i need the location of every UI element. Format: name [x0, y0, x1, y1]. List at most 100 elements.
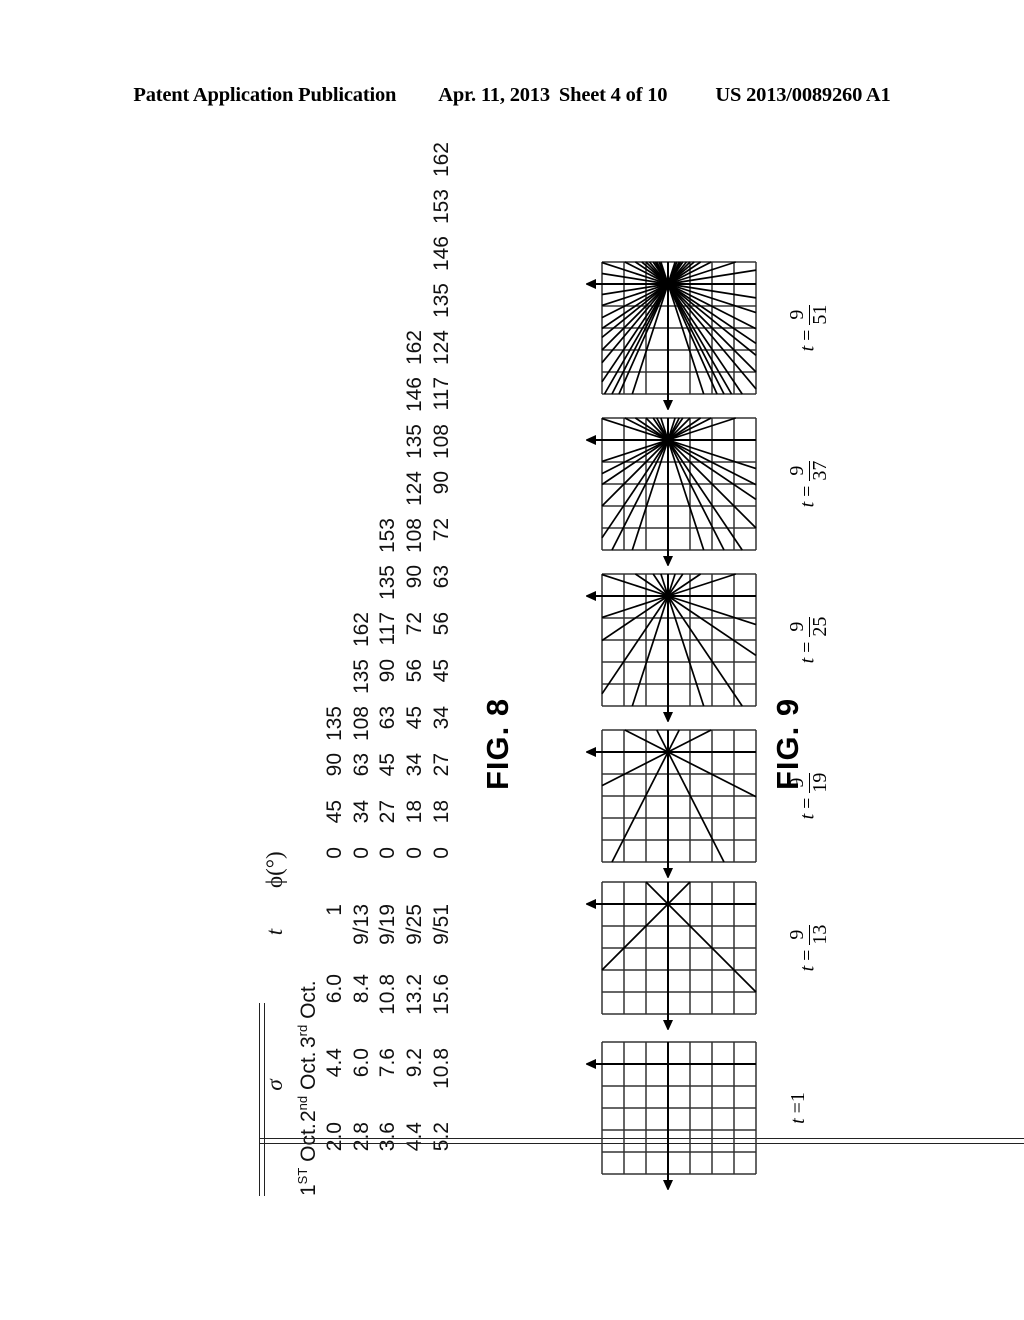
fig8-t-symbol: t	[262, 928, 287, 936]
fig8-sigma-cell-r1c3: 6.0	[322, 974, 349, 1048]
fig8-header-phi-blank	[290, 183, 323, 230]
fig8-phi-cell-r4c1-value: 0	[402, 847, 426, 859]
fig8-phi-cell-r4c10: 135	[402, 418, 429, 465]
fig8-phi-cell-r5c7: 63	[429, 559, 456, 606]
fig8-t-cell-r4-value: 9/25	[402, 904, 426, 945]
fig9-t-var: t	[796, 813, 819, 820]
fig8-sigma-cell-r2c3: 8.4	[349, 974, 376, 1048]
fig8-phi-cell-r4c8-value: 108	[402, 518, 426, 554]
fig8-sigma-cell-r2c2: 6.0	[349, 1048, 376, 1122]
fig8-sigma-cell-r3c1: 3.6	[375, 1122, 402, 1196]
fig8-phi-cell-r5c12: 124	[429, 324, 456, 371]
fig9-t-denominator: 25	[808, 616, 832, 637]
fig9-ray	[611, 283, 669, 395]
fig8-sigma-cell-r5c1-value: 5.2	[429, 1122, 453, 1152]
fig8-phi-cell-r5c3: 27	[429, 747, 456, 794]
fig9-ray	[667, 573, 702, 597]
fig8-t-cell-r3-value: 9/19	[376, 904, 400, 945]
fig8-phi-cell-r3c1: 0	[375, 841, 402, 904]
fig8-phi-cell-r4c2-value: 18	[402, 800, 426, 824]
fig8-phi-cell-r5c9: 90	[429, 465, 456, 512]
fig8-phi-cell-r2c11	[349, 371, 376, 418]
fig9-panel-t1: t =1	[585, 1026, 810, 1191]
fig8-t-cell-r5: 9/51	[429, 904, 456, 974]
fig9-t-var: t	[787, 1118, 809, 1124]
fig9-t-label-t9-37: t = 9 37	[786, 460, 832, 508]
fig8-phi-cell-r3c12	[375, 324, 402, 371]
fig9-t-var: t	[796, 657, 819, 664]
fig8-phi-cell-r4c11-value: 146	[402, 377, 426, 413]
fig8-data-table: σ t ϕ(°) 1ST Oct. 2nd Oct. 3rd Oct. 2.0 4.4 6.0 1…	[262, 136, 455, 1196]
fig9-plot-t1	[585, 1041, 757, 1191]
fig9-ray	[601, 439, 669, 539]
fig8-phi-cell-r3c2-value: 27	[376, 800, 400, 824]
fig8-phi-cell-r5c14: 146	[429, 230, 456, 277]
fig8-sigma-header-1: 1ST Oct.	[290, 1122, 323, 1196]
fig9-ray	[667, 283, 705, 395]
fig9-ray	[634, 573, 669, 597]
fig9-t-label-t9-13: t = 9 13	[786, 924, 832, 972]
fig9-ray	[667, 439, 725, 551]
fig8-phi-cell-r3c15	[375, 183, 402, 230]
fig8-phi-cell-r5c2: 18	[429, 794, 456, 841]
fig8-phi-cell-r5c5-value: 45	[429, 659, 453, 683]
fig8-phi-cell-r4c8: 108	[402, 512, 429, 559]
fig9-panel-t9-51: t = 9 51	[585, 246, 832, 411]
fig8-phi-cell-r3c9	[375, 465, 402, 512]
fig9-ray	[667, 283, 725, 395]
fig8-sigma-cell-r5c3: 15.6	[429, 974, 456, 1048]
fig9-ray	[601, 595, 669, 619]
fig9-t-value: 1	[787, 1092, 809, 1103]
fig8-phi-cell-r3c8: 153	[375, 512, 402, 559]
fig8-phi-cell-r2c5: 135	[349, 653, 376, 700]
fig8-phi-cell-r2c3-value: 63	[349, 753, 373, 777]
fig9-ray	[667, 595, 705, 707]
fig8-sigma-cell-r1c1-value: 2.0	[323, 1122, 347, 1152]
fig8-phi-cell-r1c2-value: 45	[323, 800, 347, 824]
fig8-phi-cell-r5c6: 56	[429, 606, 456, 653]
fig8-phi-cell-r4c11: 146	[402, 371, 429, 418]
fig9-ray	[601, 751, 669, 787]
fig8-phi-cell-r5c9-value: 90	[429, 471, 453, 495]
fig8-sigma-cell-r3c2-value: 7.6	[376, 1048, 400, 1078]
fig9-ray	[645, 881, 669, 905]
fig8-phi-cell-r4c9-value: 124	[402, 471, 426, 507]
fig8-phi-cell-r4c2: 18	[402, 794, 429, 841]
fig8-phi-cell-r5c7-value: 63	[429, 565, 453, 589]
fig9-ray	[601, 573, 669, 597]
fig8-phi-cell-r2c16	[349, 136, 376, 183]
fig8-sigma-cell-r5c2-value: 10.8	[429, 1048, 453, 1089]
fig8-sigma-symbol: σ	[262, 1079, 287, 1091]
fig8-phi-cell-r5c4: 34	[429, 700, 456, 747]
fig8-phi-cell-r2c6: 162	[349, 606, 376, 653]
fig9-t-denominator: 19	[808, 772, 832, 793]
fig8-phi-cell-r3c5: 90	[375, 653, 402, 700]
header-sheet: Sheet 4 of 10	[558, 84, 668, 106]
fig8-phi-cell-r2c12	[349, 324, 376, 371]
fig8-phi-cell-r1c16	[322, 136, 349, 183]
fig8-caption: FIG. 8	[480, 697, 515, 790]
header-document-number: US 2013/0089260 A1	[715, 84, 891, 106]
fig9-ray	[631, 283, 669, 395]
fig8-table-grid: σ t ϕ(°) 1ST Oct. 2nd Oct. 3rd Oct. 2.0 4.4 6.0 1…	[259, 136, 1024, 1196]
fig8-phi-cell-r2c6-value: 162	[349, 612, 373, 648]
fig8-phi-cell-r3c6-value: 117	[376, 612, 400, 646]
fig8-phi-cell-r1c7	[322, 559, 349, 606]
fig8-header-row: 1ST Oct. 2nd Oct. 3rd Oct.	[290, 136, 323, 1196]
fig9-caption: FIG. 9	[770, 697, 805, 790]
fig8-phi-cell-r3c5-value: 90	[376, 659, 400, 683]
header-publication: Patent Application Publication	[133, 84, 397, 106]
fig8-phi-symbol-cell: ϕ(°)	[262, 136, 290, 904]
fig8-phi-cell-r1c13	[322, 277, 349, 324]
fig8-t-cell-r4: 9/25	[402, 904, 429, 974]
fig8-sigma-cell-r5c2: 10.8	[429, 1048, 456, 1122]
fig8-phi-cell-r3c13	[375, 277, 402, 324]
fig8-phi-cell-r4c7-value: 90	[402, 565, 426, 589]
fig9-t-numerator: 9	[786, 309, 808, 320]
fig8-header-phi-blank	[290, 277, 323, 324]
fig8-phi-cell-r3c4: 63	[375, 700, 402, 747]
fig8-phi-cell-r4c3-value: 34	[402, 753, 426, 777]
fig8-sigma-cell-r3c3-value: 10.8	[376, 974, 400, 1015]
fig8-phi-cell-r2c5-value: 135	[349, 659, 373, 695]
fig8-phi-cell-r2c4-value: 108	[349, 706, 373, 742]
